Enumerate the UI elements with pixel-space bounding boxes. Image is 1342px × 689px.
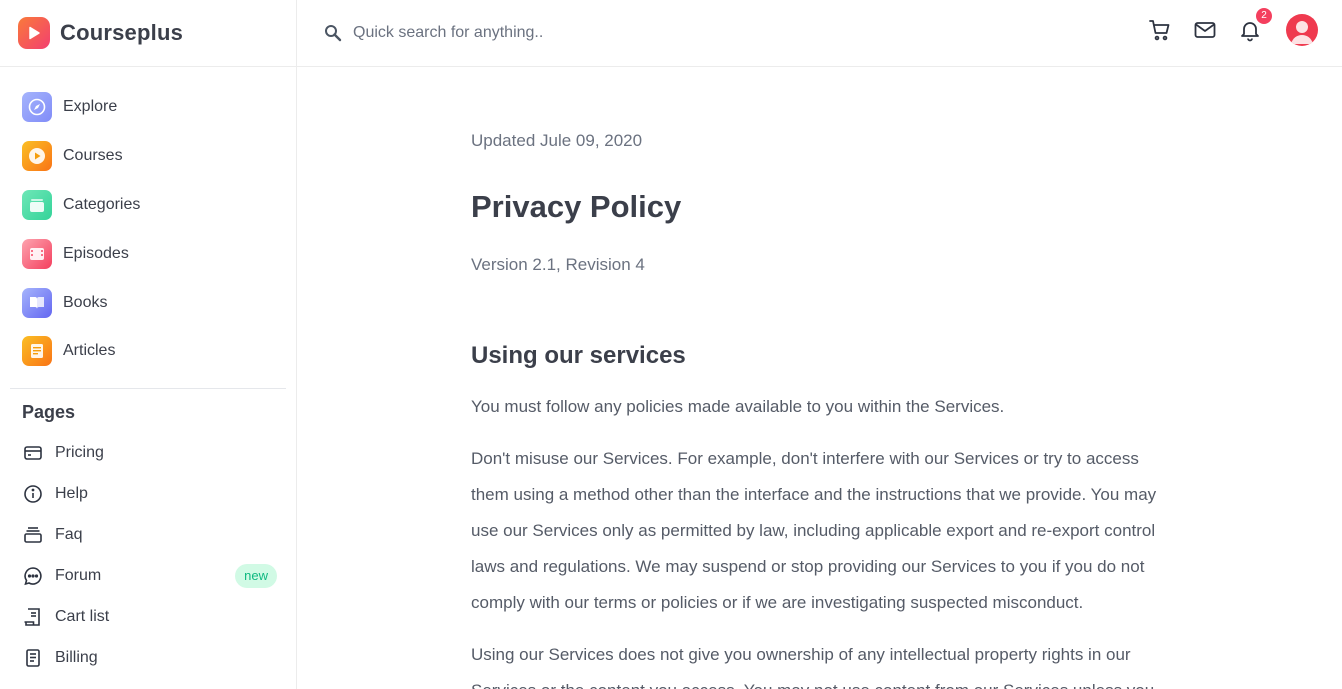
- sidebar-item-label: Episodes: [63, 245, 129, 262]
- info-icon: [22, 483, 44, 505]
- sidebar-item-label: Faq: [55, 526, 83, 543]
- sidebar-item-books[interactable]: Books: [22, 288, 107, 318]
- sidebar-item-episodes[interactable]: Episodes: [22, 239, 129, 269]
- version-label: Version 2.1, Revision 4: [471, 255, 645, 274]
- sidebar-item-help[interactable]: Help: [22, 482, 277, 506]
- article-icon: [22, 336, 52, 366]
- new-badge: new: [235, 564, 277, 588]
- brand-name: Courseplus: [60, 20, 184, 45]
- top-bar: 2: [297, 0, 1342, 67]
- sidebar-item-pricing[interactable]: Pricing: [22, 441, 277, 465]
- sidebar-divider: [10, 388, 286, 389]
- book-icon: [22, 288, 52, 318]
- sidebar-item-label: Categories: [63, 196, 141, 213]
- search-bar: [323, 23, 923, 43]
- sidebar-item-label: Forum: [55, 567, 102, 584]
- sidebar-item-courses[interactable]: Courses: [22, 141, 123, 171]
- search-input[interactable]: [353, 24, 753, 42]
- brand[interactable]: Courseplus: [0, 0, 297, 67]
- sidebar-item-label: Cart list: [55, 608, 110, 625]
- sidebar: Explore Courses Categories Episodes Book…: [0, 67, 297, 689]
- paragraph: You must follow any policies made availa…: [471, 397, 1005, 416]
- stack-icon: [22, 524, 44, 546]
- sidebar-item-forum[interactable]: Forum new: [22, 564, 277, 588]
- sidebar-item-articles[interactable]: Articles: [22, 336, 115, 366]
- sidebar-item-billing[interactable]: Billing: [22, 646, 277, 670]
- bell-icon[interactable]: 2: [1238, 8, 1272, 42]
- logo-icon: [18, 17, 50, 49]
- sidebar-item-label: Courses: [63, 147, 123, 164]
- sidebar-item-label: Pricing: [55, 444, 104, 461]
- compass-icon: [22, 92, 52, 122]
- sidebar-item-cart-list[interactable]: Cart list: [22, 605, 277, 629]
- paragraph: Using our Services does not give you own…: [471, 645, 1154, 689]
- search-icon: [323, 23, 343, 43]
- film-icon: [22, 239, 52, 269]
- section-heading: Using our services: [471, 342, 686, 369]
- layers-icon: [22, 190, 52, 220]
- sidebar-item-label: Help: [55, 485, 88, 502]
- credit-card-icon: [22, 442, 44, 464]
- sidebar-item-label: Books: [63, 294, 108, 311]
- sidebar-item-label: Billing: [55, 649, 98, 666]
- play-icon: [22, 141, 52, 171]
- sidebar-item-explore[interactable]: Explore: [22, 92, 117, 122]
- document-icon: [22, 647, 44, 669]
- updated-date: Updated Jule 09, 2020: [471, 131, 643, 150]
- cart-icon[interactable]: [1148, 18, 1172, 42]
- header-actions: 2: [1127, 8, 1318, 46]
- mail-icon[interactable]: [1193, 18, 1217, 42]
- receipt-icon: [22, 606, 44, 628]
- page-title: Privacy Policy: [471, 189, 682, 224]
- user-avatar[interactable]: [1286, 14, 1318, 46]
- pages-section-title: Pages: [22, 402, 76, 422]
- paragraph: Don't misuse our Services. For example, …: [471, 449, 1157, 612]
- sidebar-item-label: Explore: [63, 98, 118, 115]
- notification-badge: 2: [1256, 8, 1272, 24]
- chat-icon: [22, 565, 44, 587]
- sidebar-item-label: Articles: [63, 342, 116, 359]
- sidebar-item-categories[interactable]: Categories: [22, 190, 140, 220]
- sidebar-item-faq[interactable]: Faq: [22, 523, 277, 547]
